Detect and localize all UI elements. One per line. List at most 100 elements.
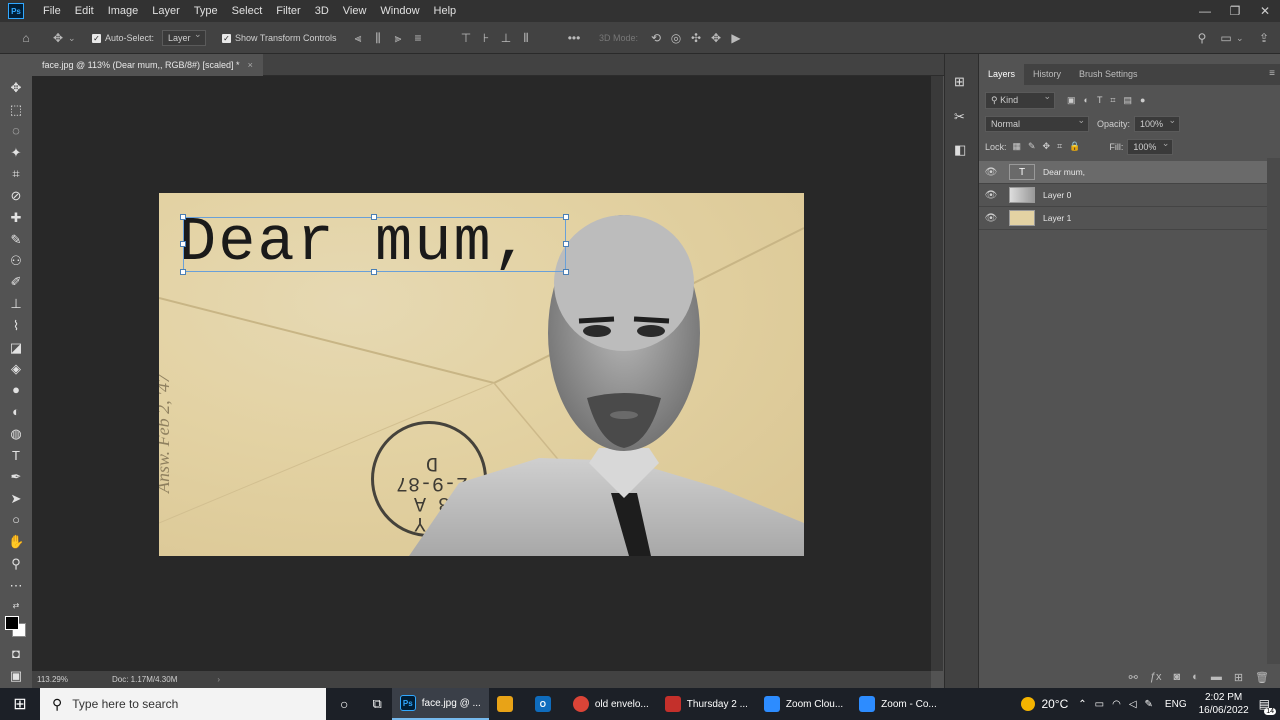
adjustment-layer-icon[interactable]: ◐ <box>1192 671 1199 683</box>
transform-handle[interactable] <box>180 241 186 247</box>
menu-layer[interactable]: Layer <box>145 0 187 22</box>
screen-mode-icon[interactable]: ▣ <box>8 668 24 684</box>
restore-button[interactable]: ❐ <box>1220 0 1250 22</box>
battery-icon[interactable]: ▭ <box>1095 699 1104 710</box>
zoom-level[interactable]: 113.29% <box>37 675 97 684</box>
menu-filter[interactable]: Filter <box>269 0 307 22</box>
status-expand-icon[interactable]: › <box>217 675 220 684</box>
magic-wand-icon[interactable]: ✦ <box>8 145 24 161</box>
link-layers-icon[interactable]: ⚯ <box>1129 671 1138 684</box>
layer-row-layer-0[interactable]: 👁 Layer 0 <box>979 184 1267 207</box>
close-window-button[interactable]: ✕ <box>1250 0 1280 22</box>
new-group-icon[interactable]: ▬ <box>1211 671 1222 683</box>
taskbar-app-file-explorer[interactable] <box>489 688 527 720</box>
menu-edit[interactable]: Edit <box>68 0 101 22</box>
history-brush-icon[interactable]: ✐ <box>8 274 24 290</box>
workspace-icon[interactable]: ▭ ⌄ <box>1216 22 1243 54</box>
blend-mode-dropdown[interactable]: Normal <box>985 115 1089 132</box>
type-tool-icon[interactable]: T <box>8 448 24 464</box>
tab-brush-settings[interactable]: Brush Settings <box>1070 64 1147 85</box>
menu-view[interactable]: View <box>336 0 374 22</box>
transform-handle[interactable] <box>180 269 186 275</box>
opacity-field[interactable]: 100% <box>1134 115 1181 132</box>
taskbar-app-zoom-cloud[interactable]: Zoom Clou... <box>756 688 851 720</box>
healing-brush-icon[interactable]: ✚ <box>8 210 24 226</box>
dodge-tool-icon[interactable]: ◐ <box>8 404 24 420</box>
fill-field[interactable]: 100% <box>1127 138 1174 155</box>
network-icon[interactable]: ◠ <box>1112 699 1121 710</box>
zoom-tool-icon[interactable]: ⚲ <box>8 556 24 572</box>
layer-row-layer-1[interactable]: 👁 Layer 1 <box>979 207 1267 230</box>
align-vcenter-icon[interactable]: ⊦ <box>476 31 496 45</box>
crop-tool-icon[interactable]: ⌗ <box>8 166 24 182</box>
menu-window[interactable]: Window <box>373 0 426 22</box>
transform-handle[interactable] <box>563 241 569 247</box>
visibility-eye-icon[interactable]: 👁 <box>979 167 1003 178</box>
layer-row-dear-mum[interactable]: 👁 T Dear mum, <box>979 161 1267 184</box>
ellipse-tool-icon[interactable]: ○ <box>8 512 24 528</box>
taskbar-app-outlook[interactable]: O <box>527 688 565 720</box>
blur-tool-icon[interactable]: ● <box>8 382 24 398</box>
foreground-color-swatch[interactable] <box>5 616 19 630</box>
language-indicator[interactable]: ENG <box>1165 699 1187 710</box>
quick-mask-icon[interactable]: ◘ <box>8 646 24 662</box>
transform-handle[interactable] <box>563 214 569 220</box>
show-hidden-icons-icon[interactable]: ⌃ <box>1078 699 1086 710</box>
menu-select[interactable]: Select <box>225 0 270 22</box>
sponge-tool-icon[interactable]: ◍ <box>8 426 24 442</box>
more-options-icon[interactable]: ••• <box>564 22 584 54</box>
layer-filter-dropdown[interactable]: ⚲ Kind <box>985 91 1055 109</box>
new-layer-icon[interactable]: ⊞ <box>1234 671 1243 684</box>
stamp-icon[interactable]: ⊥ <box>8 296 24 312</box>
menu-3d[interactable]: 3D <box>308 0 336 22</box>
align-left-icon[interactable]: ⫷ <box>348 31 368 46</box>
tab-layers[interactable]: Layers <box>979 64 1025 85</box>
vertical-scrollbar[interactable] <box>931 76 943 671</box>
align-right-icon[interactable]: ⫸ <box>388 31 408 46</box>
taskbar-app-acrobat[interactable]: Thursday 2 ... <box>657 688 756 720</box>
path-selection-icon[interactable]: ➤ <box>8 491 24 507</box>
properties-icon[interactable]: ⊞ <box>954 74 965 90</box>
lock-icons[interactable]: ▦✎✥⌗🔒 <box>1013 141 1088 152</box>
auto-select-target-dropdown[interactable]: Layer <box>162 29 206 46</box>
eraser-icon[interactable]: ◪ <box>8 340 24 356</box>
start-windows-icon[interactable]: ⊞ <box>0 688 40 720</box>
tools-icon[interactable]: ✂ <box>954 109 965 125</box>
distribute-icon[interactable]: ⫴ <box>516 31 536 46</box>
home-icon[interactable]: ⌂ <box>16 22 36 54</box>
more-tools-icon[interactable]: ⋯ <box>8 578 24 594</box>
transform-bounding-box[interactable] <box>180 214 569 275</box>
menu-file[interactable]: File <box>36 0 68 22</box>
swap-colors-icon[interactable]: ⇄ <box>8 598 24 614</box>
move-tool-icon[interactable]: ✥ <box>8 80 24 96</box>
taskbar-app-zoom[interactable]: Zoom - Co... <box>851 688 945 720</box>
transform-handle[interactable] <box>563 269 569 275</box>
marquee-tool-icon[interactable]: ⬚ <box>8 102 24 118</box>
pen-icon[interactable]: ✎ <box>1145 699 1153 710</box>
eyedropper-icon[interactable]: ⊘ <box>8 188 24 204</box>
gradient-tool-icon[interactable]: ⌇ <box>8 318 24 334</box>
auto-select-checkbox[interactable]: ✓ Auto-Select: <box>92 22 154 54</box>
visibility-eye-icon[interactable]: 👁 <box>979 213 1003 224</box>
align-bottom-icon[interactable]: ⊥ <box>496 31 516 45</box>
filter-type-icons[interactable]: ▣◐T⌗▤● <box>1067 95 1153 106</box>
tab-history[interactable]: History <box>1024 64 1070 85</box>
menu-image[interactable]: Image <box>101 0 146 22</box>
image-canvas[interactable]: Answ. Feb 2, '47 N Y 8 A 2-9-87 D Dear m… <box>159 193 804 556</box>
taskbar-app-photoshop[interactable]: Ps face.jpg @ ... <box>391 688 489 720</box>
search-icon[interactable]: ⚲ <box>1192 22 1212 54</box>
clone-stamp-icon[interactable]: ⚇ <box>8 253 24 269</box>
document-tab[interactable]: face.jpg @ 113% (Dear mum,, RGB/8#) [sca… <box>32 54 263 76</box>
transform-handle[interactable] <box>371 214 377 220</box>
volume-icon[interactable]: ◁ <box>1129 699 1137 710</box>
menu-help[interactable]: Help <box>427 0 464 22</box>
fx-icon[interactable]: ƒx <box>1150 671 1162 683</box>
taskbar-search[interactable]: ⚲ Type here to search <box>40 688 326 720</box>
visibility-eye-icon[interactable]: 👁 <box>979 190 1003 201</box>
libraries-icon[interactable]: ◧ <box>954 142 966 158</box>
pen-tool-icon[interactable]: ✒ <box>8 469 24 485</box>
align-center-icon[interactable]: ⫼ <box>368 31 388 46</box>
delete-layer-icon[interactable]: 🗑 <box>1255 671 1269 684</box>
transform-handle[interactable] <box>371 269 377 275</box>
taskbar-app-chrome[interactable]: old envelo... <box>565 688 657 720</box>
